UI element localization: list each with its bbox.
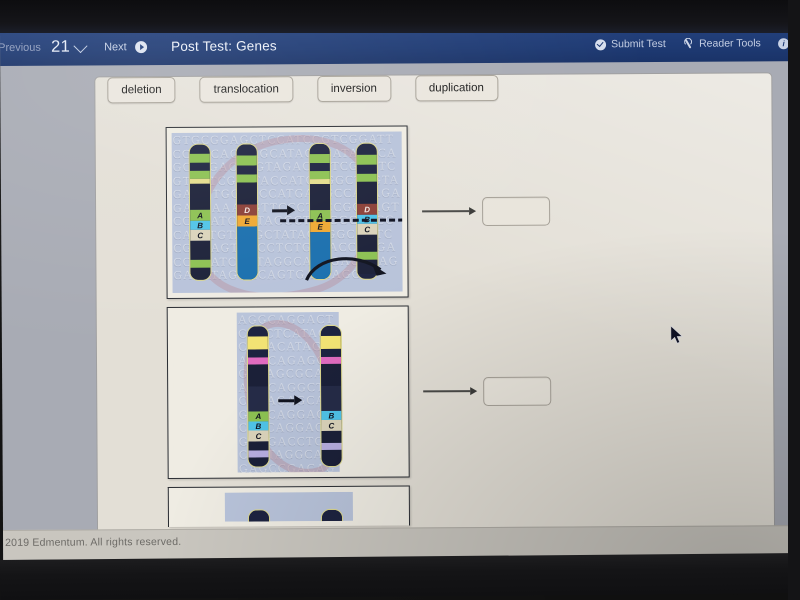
- diagram-panel-1: GTGCGGAGCTCCATCCGTCGGATTCCGGCAGGAGCATAGC…: [165, 125, 409, 299]
- chevron-down-icon: [73, 38, 88, 53]
- previous-button[interactable]: Previous: [0, 42, 41, 54]
- copyright-text: 2019 Edmentum. All rights reserved.: [5, 535, 182, 549]
- info-icon: i: [778, 37, 790, 49]
- answer-chip-translocation[interactable]: translocation: [199, 76, 293, 103]
- gene-label-D: D: [364, 204, 371, 214]
- question-row-1: GTGCGGAGCTCCATCCGTCGGATTCCGGCAGGAGCATAGC…: [165, 125, 551, 299]
- submit-test-label: Submit Test: [611, 37, 666, 51]
- gene-label-E: E: [244, 216, 250, 226]
- answer-chip-deletion[interactable]: deletion: [107, 76, 176, 104]
- diagram-panel-3: [167, 485, 411, 527]
- gene-label-E: E: [317, 222, 323, 232]
- connector-arrow-icon: [469, 207, 477, 216]
- chromosome-diagram-partial: [173, 491, 404, 522]
- answer-choice-bank: deletion translocation inversion duplica…: [107, 74, 498, 104]
- app-viewport: Previous 21 Next Post Test: Genes Submit…: [0, 28, 800, 560]
- chromosome-1-before: A B C: [189, 144, 211, 280]
- answer-chip-duplication[interactable]: duplication: [414, 74, 498, 102]
- answer-dropbox-1[interactable]: [482, 196, 551, 226]
- next-button[interactable]: Next: [104, 41, 127, 53]
- chromosome-2-before: D E: [236, 144, 258, 280]
- chromosome-partial-after: [321, 509, 343, 522]
- info-button[interactable]: i In: [778, 37, 800, 49]
- reader-tools-button[interactable]: Reader Tools: [682, 37, 761, 49]
- chromosome-diagram-deletion: AGGCAGGACTCTCCTCATAGCCAGACATAGCAGACAGAGC…: [172, 311, 404, 473]
- answer-dropbox-2[interactable]: [483, 376, 552, 406]
- page-number-label: 21: [51, 37, 71, 56]
- info-label: In: [794, 37, 800, 50]
- page-title: Post Test: Genes: [171, 38, 277, 54]
- gene-label-B: B: [197, 220, 204, 230]
- connector-arrow-icon: [470, 387, 478, 396]
- diagram-panel-2: AGGCAGGACTCTCCTCATAGCCAGACATAGCAGACAGAGC…: [166, 305, 410, 479]
- question-row-2: AGGCAGGACTCTCCTCATAGCCAGACATAGCAGACAGAGC…: [166, 305, 552, 479]
- chromosome-before: A B C: [247, 326, 269, 467]
- gene-label-A: A: [197, 210, 204, 220]
- transformation-arrow-icon: [272, 205, 296, 216]
- transformation-arrow-icon: [278, 395, 303, 406]
- gene-label-A: A: [255, 411, 262, 421]
- question-row-3: [167, 485, 411, 527]
- gene-label-C: C: [255, 431, 262, 441]
- reader-tools-label: Reader Tools: [699, 37, 761, 50]
- mouse-pointer-icon: [670, 325, 684, 344]
- answer-connector-2: [423, 385, 478, 397]
- chromosome-diagram-translocation: GTGCGGAGCTCCATCCGTCGGATTCCGGCAGGAGCATAGC…: [171, 131, 403, 293]
- wrench-icon: [682, 38, 694, 50]
- chromosome-after: B C: [320, 325, 342, 467]
- submit-test-button[interactable]: Submit Test: [595, 38, 666, 50]
- gene-label-B: B: [328, 410, 335, 421]
- segment-exchange-arrow-icon: [305, 257, 387, 281]
- next-circle-icon[interactable]: [135, 41, 148, 54]
- gene-label-D: D: [244, 205, 251, 215]
- gene-label-C: C: [364, 224, 371, 234]
- gene-label-C: C: [328, 420, 335, 431]
- check-circle-icon: [595, 38, 607, 50]
- monitor-photo: Previous 21 Next Post Test: Genes Submit…: [0, 0, 800, 600]
- top-navigation-bar: Previous 21 Next Post Test: Genes Submit…: [0, 28, 800, 67]
- answer-connector-1: [422, 205, 477, 217]
- chromosome-partial-before: [248, 510, 270, 522]
- gene-label-B: B: [255, 421, 262, 431]
- page-number-selector[interactable]: 21: [51, 37, 88, 56]
- gene-label-C: C: [197, 230, 204, 240]
- answer-chip-inversion[interactable]: inversion: [316, 75, 391, 103]
